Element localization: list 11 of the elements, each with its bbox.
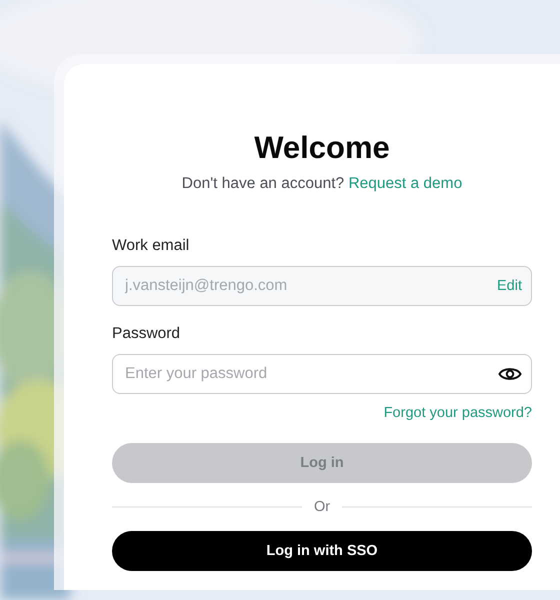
signup-prompt: Don't have an account? Request a demo <box>180 174 464 194</box>
password-field[interactable]: Enter your password <box>112 354 532 394</box>
divider-label: Or <box>314 499 330 515</box>
welcome-title: Welcome <box>253 130 391 166</box>
forgot-password-link[interactable]: Forgot your password? <box>384 404 532 422</box>
show-password-button[interactable] <box>498 365 522 383</box>
field-label: Work email <box>112 236 190 256</box>
sso-login-button[interactable]: Log in with SSO <box>112 531 532 571</box>
field-label: Password <box>112 324 182 344</box>
eye-icon <box>498 365 522 383</box>
request-demo-link[interactable]: Request a demo <box>348 175 462 192</box>
